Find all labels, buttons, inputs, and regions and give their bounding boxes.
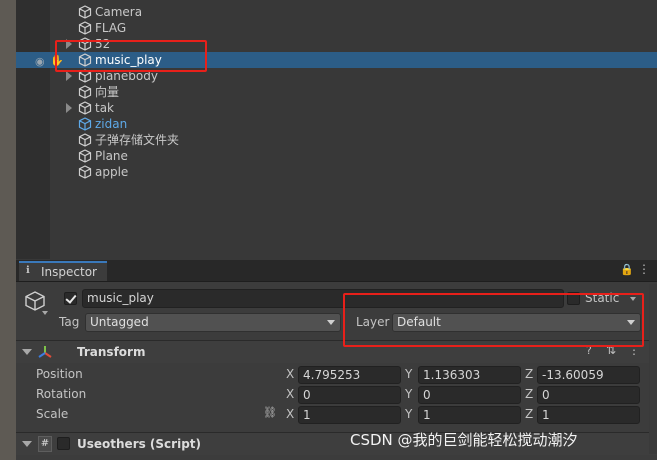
rotation-z-field[interactable]: 0 [537,386,640,404]
scale-z-field[interactable]: 1 [537,406,640,424]
gameobject-cube-icon [78,149,92,163]
hierarchy-item-label: 52 [95,37,111,51]
hierarchy-item[interactable]: Camera [16,4,657,20]
tag-dropdown[interactable]: Untagged [85,313,341,332]
static-dropdown-chevron-icon[interactable] [630,297,636,301]
scale-z-label[interactable]: Z [525,405,533,423]
position-z-label[interactable]: Z [525,365,533,383]
rotation-y-field[interactable]: 0 [418,386,521,404]
inspector-tab-bar: ℹ Inspector 🔒 ⋮ [16,260,657,282]
gameobject-cube-icon [78,53,92,67]
script-component-title: Useothers (Script) [77,437,202,451]
object-name-field[interactable]: music_play [82,289,564,308]
hierarchy-item[interactable]: 子弹存储文件夹 [16,132,657,148]
static-checkbox[interactable] [567,292,580,305]
position-x-label[interactable]: X [286,365,294,383]
gameobject-cube-icon [78,101,92,115]
gameobject-cube-icon [78,117,92,131]
active-checkbox[interactable] [64,292,77,305]
static-label: Static [585,291,620,305]
chevron-down-icon [327,320,335,325]
help-icon[interactable]: ? [586,344,592,357]
rotation-y-label[interactable]: Y [405,385,412,403]
hierarchy-item[interactable]: music_play [16,52,657,68]
component-menu-icon[interactable]: ⋮ [628,343,640,357]
transform-header[interactable]: Transform ? ⇅ ⋮ [16,340,657,363]
hierarchy-panel: Camera FLAG 52 music_play planebody 向量 tak zida… [16,0,657,259]
hierarchy-item[interactable]: Plane [16,148,657,164]
rotation-z-label[interactable]: Z [525,385,533,403]
gameobject-cube-icon [25,291,45,311]
scale-y-field[interactable]: 1 [418,406,521,424]
foldout-right-icon[interactable] [66,71,72,81]
preset-sliders-icon[interactable]: ⇅ [606,343,616,357]
rotation-x-label[interactable]: X [286,385,294,403]
hierarchy-item[interactable]: apple [16,164,657,180]
position-y-label[interactable]: Y [405,365,412,383]
hierarchy-item-label: FLAG [95,21,127,35]
constrain-proportions-link-icon[interactable]: ⛓ [263,406,277,419]
gameobject-cube-icon [78,21,92,35]
kebab-menu-icon[interactable]: ⋮ [638,262,650,276]
scale-label: Scale [36,407,69,421]
gameobject-cube-icon [78,165,92,179]
transform-axes-icon [38,346,52,358]
layer-dropdown[interactable]: Default [392,313,641,332]
position-y-field[interactable]: 1.136303 [418,366,521,384]
foldout-down-icon[interactable] [22,441,32,447]
scale-y-label[interactable]: Y [405,405,412,423]
watermark-text: CSDN @我的巨剑能轻松搅动潮汐 [350,431,578,449]
visibility-eye-icon[interactable]: ◉ [35,55,45,68]
scale-x-label[interactable]: X [286,405,294,423]
rotation-label: Rotation [36,387,87,401]
pickability-hand-icon[interactable]: ✋ [50,54,64,67]
hierarchy-item-label: Camera [95,5,143,19]
scene-view-edge [0,0,16,460]
gameobject-cube-icon [78,37,92,51]
hierarchy-item[interactable]: FLAG [16,20,657,36]
script-enabled-checkbox[interactable] [57,437,70,450]
tag-label: Tag [59,315,80,329]
position-z-field[interactable]: -13.60059 [537,366,640,384]
transform-title: Transform [77,345,146,359]
inspector-scrollbar[interactable] [649,284,657,454]
tab-inspector[interactable]: ℹ Inspector [19,261,107,281]
hierarchy-item-label: 子弹存储文件夹 [95,133,180,147]
lock-icon[interactable]: 🔒 [620,263,634,276]
gameobject-cube-icon [78,133,92,147]
layer-dropdown-value: Default [397,315,441,329]
tab-inspector-label: Inspector [41,265,97,279]
hierarchy-item-label: 向量 [95,85,120,99]
hierarchy-item-label: Plane [95,149,128,163]
hierarchy-item-label: apple [95,165,129,179]
position-label: Position [36,367,83,381]
foldout-down-icon[interactable] [22,349,32,355]
gameobject-cube-icon [78,85,92,99]
foldout-right-icon[interactable] [66,39,72,49]
hierarchy-item[interactable]: tak [16,100,657,116]
hierarchy-item[interactable]: planebody [16,68,657,84]
hierarchy-item-label: tak [95,101,115,115]
hierarchy-item-label: music_play [95,53,162,67]
hierarchy-item-label: planebody [95,69,158,83]
hierarchy-item[interactable]: 向量 [16,84,657,100]
csharp-script-icon: # [38,436,52,452]
gameobject-cube-icon [78,5,92,19]
icon-dropdown-chevron-icon[interactable] [42,311,48,315]
info-icon: ℹ [26,265,30,276]
position-x-field[interactable]: 4.795253 [298,366,401,384]
scale-x-field[interactable]: 1 [298,406,401,424]
layer-label: Layer [356,315,390,329]
gameobject-cube-icon [78,69,92,83]
foldout-right-icon[interactable] [66,103,72,113]
hierarchy-item-label: zidan [95,117,128,131]
chevron-down-icon [627,320,635,325]
rotation-x-field[interactable]: 0 [298,386,401,404]
tag-dropdown-value: Untagged [90,315,149,329]
hierarchy-item[interactable]: zidan [16,116,657,132]
hierarchy-item[interactable]: 52 [16,36,657,52]
